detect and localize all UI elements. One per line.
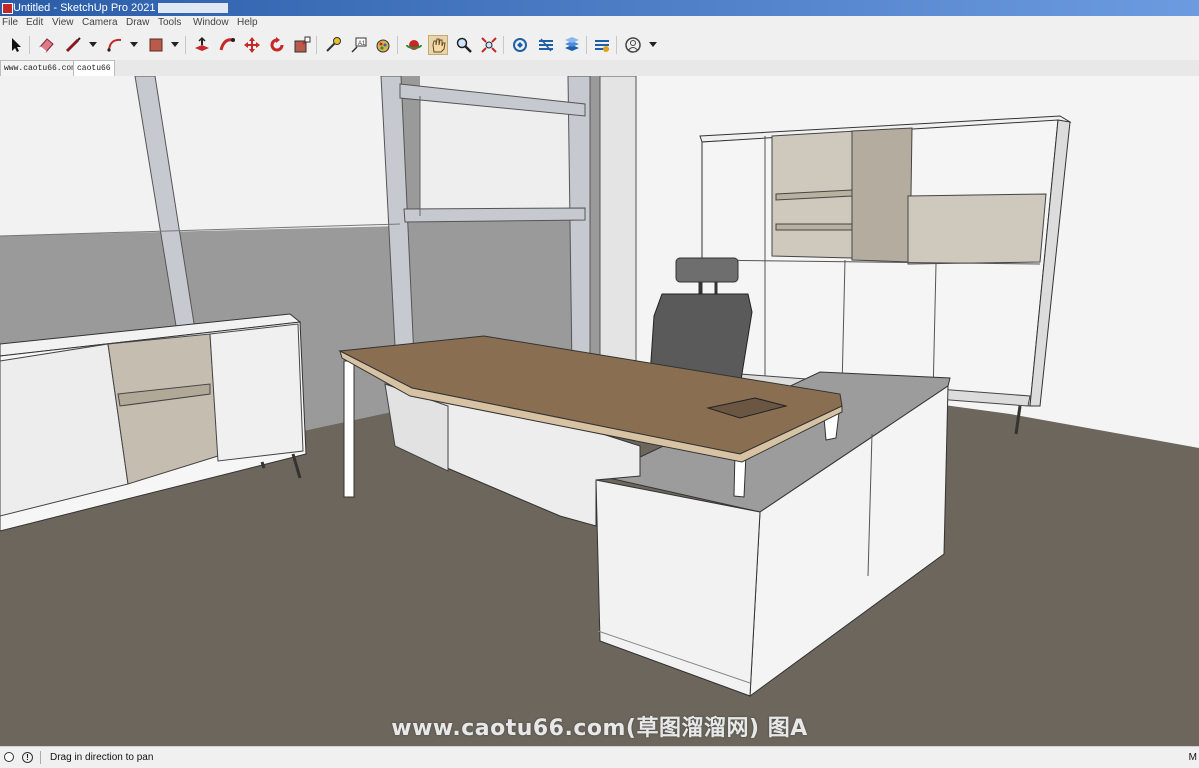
toolbar-separator xyxy=(316,36,317,54)
select-tool-icon[interactable] xyxy=(6,35,26,55)
title-bar-highlight xyxy=(158,3,228,13)
main-toolbar: A1 xyxy=(0,30,1199,61)
line-tool-icon[interactable] xyxy=(63,35,83,55)
measurements-label: M xyxy=(1188,752,1197,763)
geo-location-icon[interactable] xyxy=(4,752,14,762)
menu-draw[interactable]: Draw xyxy=(126,16,149,30)
arc-tool-icon[interactable] xyxy=(105,35,125,55)
toolbar-separator xyxy=(29,36,30,54)
layout-icon[interactable] xyxy=(562,35,582,55)
toolbar-separator xyxy=(503,36,504,54)
menu-view[interactable]: View xyxy=(52,16,74,30)
menu-bar: File Edit View Camera Draw Tools Window … xyxy=(0,16,1199,30)
extension-warehouse-icon[interactable] xyxy=(536,35,556,55)
toolbar-separator xyxy=(397,36,398,54)
arc-tool-dropdown-icon[interactable] xyxy=(130,42,138,47)
svg-text:A1: A1 xyxy=(358,41,366,47)
toolbar-separator xyxy=(185,36,186,54)
chair-headrest xyxy=(675,257,739,283)
window-title: Untitled - SketchUp Pro 2021 xyxy=(13,2,156,14)
shape-tool-icon[interactable] xyxy=(146,35,166,55)
paint-bucket-tool-icon[interactable] xyxy=(373,35,393,55)
model-scene[interactable] xyxy=(0,76,1199,746)
account-dropdown-icon[interactable] xyxy=(649,42,657,47)
text-tool-icon[interactable]: A1 xyxy=(349,35,369,55)
rotate-tool-icon[interactable] xyxy=(267,35,287,55)
move-tool-icon[interactable] xyxy=(242,35,262,55)
menu-camera[interactable]: Camera xyxy=(82,16,118,30)
push-pull-tool-icon[interactable] xyxy=(192,35,212,55)
toolbar-separator xyxy=(616,36,617,54)
line-tool-dropdown-icon[interactable] xyxy=(89,42,97,47)
menu-edit[interactable]: Edit xyxy=(26,16,43,30)
bookcase-shelf-board xyxy=(775,223,853,231)
account-icon[interactable] xyxy=(623,35,643,55)
title-bar: Untitled - SketchUp Pro 2021 xyxy=(0,0,1199,16)
tape-measure-tool-icon[interactable] xyxy=(323,35,343,55)
sideboard-leg xyxy=(260,461,266,469)
sideboard-open-shelf xyxy=(107,333,219,485)
scale-tool-icon[interactable] xyxy=(292,35,312,55)
menu-window[interactable]: Window xyxy=(193,16,229,30)
shape-tool-dropdown-icon[interactable] xyxy=(171,42,179,47)
desk-leg-left xyxy=(343,360,355,498)
exterior-sky xyxy=(0,76,400,236)
warehouse-icon[interactable] xyxy=(510,35,530,55)
orbit-tool-icon[interactable] xyxy=(404,35,424,55)
menu-help[interactable]: Help xyxy=(237,16,258,30)
zoom-extents-tool-icon[interactable] xyxy=(479,35,499,55)
bookcase-panel-beige xyxy=(851,127,913,263)
watermark-text: www.caotu66.com(草图溜溜网) 图A xyxy=(391,716,808,741)
bookcase-open-shelf-right xyxy=(907,193,1047,265)
scene-tabs: www.caotu66.com caotu66 xyxy=(0,60,1199,76)
status-separator xyxy=(40,751,41,764)
extension-manager-icon[interactable] xyxy=(592,35,612,55)
status-bar: ! Drag in direction to pan M xyxy=(0,746,1199,768)
sideboard-door-right xyxy=(209,323,304,462)
follow-me-tool-icon[interactable] xyxy=(217,35,237,55)
pan-tool-icon[interactable] xyxy=(428,35,448,55)
3d-viewport[interactable] xyxy=(0,76,1199,746)
glass-transom-middle xyxy=(403,207,586,223)
scene-tab-website[interactable]: www.caotu66.com xyxy=(0,60,81,76)
sketchup-app-icon[interactable] xyxy=(2,3,13,14)
menu-file[interactable]: File xyxy=(2,16,18,30)
zoom-tool-icon[interactable] xyxy=(454,35,474,55)
info-icon[interactable]: ! xyxy=(22,752,33,763)
toolbar-separator xyxy=(586,36,587,54)
scene-tab-caotu66[interactable]: caotu66 xyxy=(73,60,115,76)
eraser-tool-icon[interactable] xyxy=(36,35,56,55)
status-message: Drag in direction to pan xyxy=(50,752,154,763)
menu-tools[interactable]: Tools xyxy=(158,16,181,30)
glass-mullion-right xyxy=(567,76,591,369)
wall-column xyxy=(599,76,637,369)
